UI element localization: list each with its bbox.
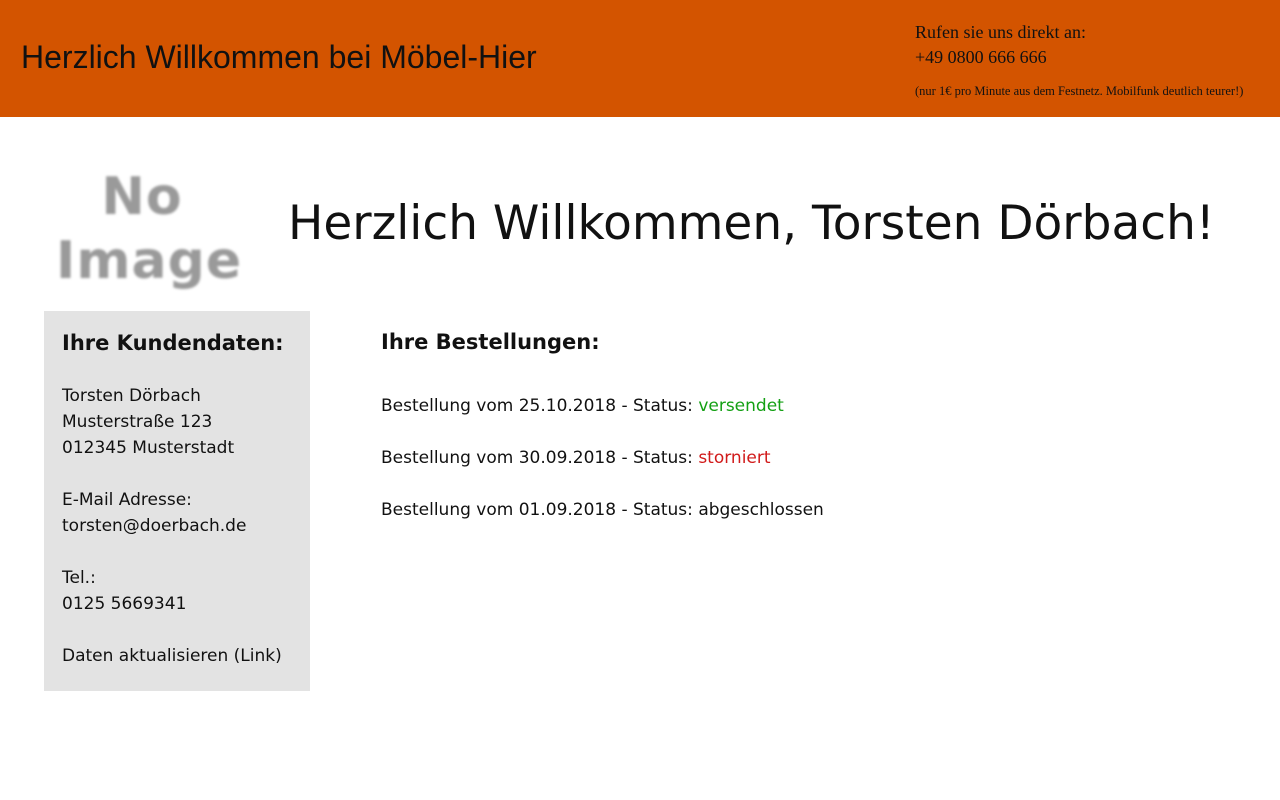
order-description: Bestellung vom 01.09.2018 - Status: [381, 500, 699, 520]
avatar-text-line-2: Image [56, 231, 243, 291]
header-bar: Herzlich Willkommen bei Möbel-Hier Rufen… [0, 0, 1280, 117]
customer-email: torsten@doerbach.de [62, 516, 247, 536]
customer-city: 012345 Musterstadt [62, 438, 235, 458]
order-status: storniert [698, 448, 771, 468]
order-status: versendet [698, 396, 784, 416]
order-row[interactable]: Bestellung vom 25.10.2018 - Status: vers… [381, 393, 1241, 419]
order-description: Bestellung vom 30.09.2018 - Status: [381, 448, 699, 468]
avatar-no-image: No Image [56, 165, 243, 301]
site-title: Herzlich Willkommen bei Möbel-Hier [21, 39, 537, 75]
contact-box: Rufen sie uns direkt an: +49 0800 666 66… [915, 20, 1265, 99]
customer-data-heading: Ihre Kundendaten: [62, 331, 284, 355]
order-row[interactable]: Bestellung vom 01.09.2018 - Status: abge… [381, 497, 1241, 523]
email-label: E-Mail Adresse: [62, 490, 192, 510]
welcome-heading: Herzlich Willkommen, Torsten Dörbach! [288, 196, 1215, 251]
customer-data-panel: Ihre Kundendaten: Torsten Dörbach Muster… [44, 311, 310, 691]
hotline-note: (nur 1€ pro Minute aus dem Festnetz. Mob… [915, 84, 1244, 98]
customer-phone: 0125 5669341 [62, 594, 187, 614]
phone-label: Tel.: [62, 568, 96, 588]
contact-label: Rufen sie uns direkt an: [915, 22, 1086, 42]
update-data-link[interactable]: Daten aktualisieren (Link) [62, 646, 282, 666]
orders-section: Ihre Bestellungen: Bestellung vom 25.10.… [381, 327, 1241, 549]
customer-street: Musterstraße 123 [62, 412, 213, 432]
avatar-text-line-1: No [101, 167, 183, 227]
customer-name: Torsten Dörbach [62, 386, 201, 406]
orders-heading: Ihre Bestellungen: [381, 330, 600, 354]
order-row[interactable]: Bestellung vom 30.09.2018 - Status: stor… [381, 445, 1241, 471]
hotline-phone: +49 0800 666 666 [915, 47, 1047, 67]
order-status: abgeschlossen [698, 500, 824, 520]
order-description: Bestellung vom 25.10.2018 - Status: [381, 396, 699, 416]
